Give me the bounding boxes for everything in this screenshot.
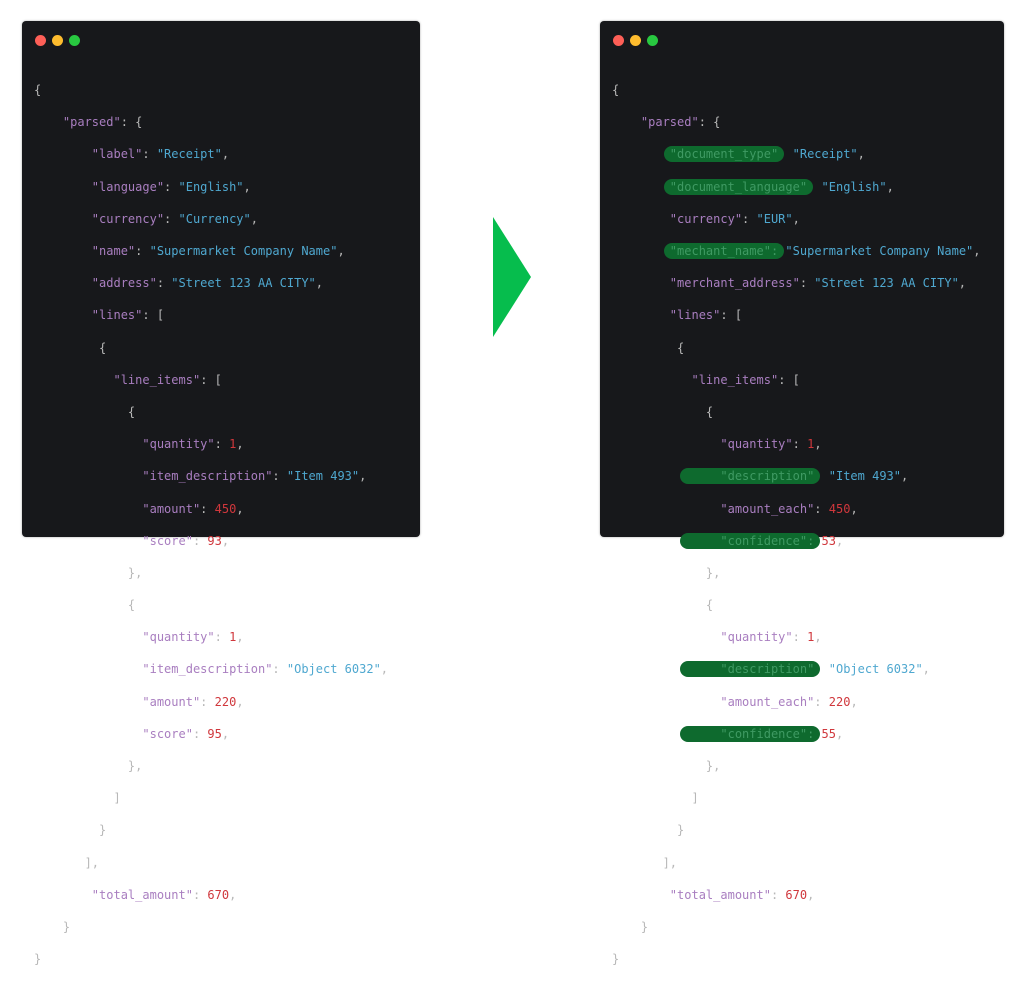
json-value: "Item 493" <box>828 469 901 484</box>
json-key: "description" <box>720 469 815 484</box>
json-key: "quantity" <box>720 437 793 452</box>
json-value: 670 <box>207 887 230 902</box>
json-key: "document_language" <box>669 179 808 194</box>
json-key: "confidence" <box>720 533 808 548</box>
json-key: "line_items" <box>691 372 779 387</box>
changed-key-highlight: "confidence": <box>720 533 815 548</box>
json-value: "Receipt" <box>792 147 858 162</box>
original-json-window: { "parsed": { "label": "Receipt", "langu… <box>22 21 420 966</box>
json-value: "Supermarket Company Name" <box>149 244 338 259</box>
json-value: "Street 123 AA CITY" <box>171 276 316 291</box>
json-key: "score" <box>142 533 193 548</box>
json-value: 55 <box>821 726 836 741</box>
json-value: "Street 123 AA CITY" <box>814 276 959 291</box>
close-icon[interactable] <box>35 35 46 46</box>
json-value: 1 <box>229 630 237 645</box>
window-controls <box>35 35 80 46</box>
json-value: 95 <box>207 726 222 741</box>
json-key: "quantity" <box>142 630 215 645</box>
json-key: "item_description" <box>142 662 273 677</box>
json-key: "label" <box>91 147 143 162</box>
json-key: "lines" <box>669 308 721 323</box>
json-key: "lines" <box>91 308 143 323</box>
json-key: "total_amount" <box>91 887 193 902</box>
json-key: "item_description" <box>142 469 273 484</box>
json-value: 93 <box>207 533 222 548</box>
close-icon[interactable] <box>613 35 624 46</box>
json-value: 53 <box>821 533 836 548</box>
json-value: "Receipt" <box>156 147 222 162</box>
json-value: "English" <box>821 179 887 194</box>
json-key: "amount_each" <box>720 501 815 516</box>
field-line: "name": "Supermarket Company Name", <box>91 244 345 259</box>
json-key: "mechant_name" <box>669 244 771 259</box>
code-block: { "parsed": { "label": "Receipt", "langu… <box>34 83 389 967</box>
json-value: 670 <box>785 887 808 902</box>
json-key: "quantity" <box>142 437 215 452</box>
json-key: "line_items" <box>113 372 201 387</box>
json-key: "currency" <box>91 211 165 226</box>
changed-key-highlight: "description" <box>720 662 814 676</box>
json-value: 220 <box>828 694 851 709</box>
json-value: "Object 6032" <box>828 662 923 677</box>
changed-key-highlight: "document_type" <box>670 147 778 161</box>
json-key: "address" <box>91 276 157 291</box>
changed-key-highlight: "confidence": <box>720 726 815 741</box>
json-key: "parsed" <box>62 115 121 130</box>
json-value: "Object 6032" <box>286 662 381 677</box>
json-value: 450 <box>214 501 237 516</box>
minimize-icon[interactable] <box>52 35 63 46</box>
window-controls <box>613 35 658 46</box>
arrow-right-icon <box>493 217 531 337</box>
field-line: "currency": "Currency", <box>91 211 258 226</box>
json-key: "score" <box>142 726 193 741</box>
json-key: "parsed" <box>640 115 699 130</box>
json-key: "language" <box>91 179 165 194</box>
json-value: "EUR" <box>756 211 793 226</box>
code-block: { "parsed": { "document_type": "Receipt"… <box>612 83 981 967</box>
json-key: "confidence" <box>720 726 808 741</box>
json-key: "document_type" <box>669 147 779 162</box>
json-key: "amount" <box>142 694 201 709</box>
json-key: "description" <box>720 662 815 677</box>
minimize-icon[interactable] <box>630 35 641 46</box>
field-line: "label": "Receipt", <box>91 147 230 162</box>
json-value: "English" <box>178 179 244 194</box>
json-value: "Item 493" <box>286 469 360 484</box>
json-value: "Supermarket Company Name" <box>785 244 974 259</box>
changed-key-highlight: "description" <box>720 469 814 483</box>
field-line: "language": "English", <box>91 179 251 194</box>
maximize-icon[interactable] <box>69 35 80 46</box>
changed-key-highlight: "mechant_name": <box>669 244 779 259</box>
changed-key-highlight: "document_language" <box>670 180 807 194</box>
maximize-icon[interactable] <box>647 35 658 46</box>
json-key: "name" <box>91 244 136 259</box>
json-key: "total_amount" <box>669 887 771 902</box>
transformed-json-window: { "parsed": { "document_type": "Receipt"… <box>600 21 1004 966</box>
field-line: "address": "Street 123 AA CITY", <box>91 276 324 291</box>
json-key: "currency" <box>669 211 743 226</box>
json-key: "quantity" <box>720 630 793 645</box>
json-value: 450 <box>828 501 851 516</box>
json-value: 1 <box>807 630 815 645</box>
json-value: 220 <box>214 694 237 709</box>
json-key: "amount_each" <box>720 694 815 709</box>
json-key: "merchant_address" <box>669 276 800 291</box>
json-key: "amount" <box>142 501 201 516</box>
json-value: "Currency" <box>178 211 251 226</box>
